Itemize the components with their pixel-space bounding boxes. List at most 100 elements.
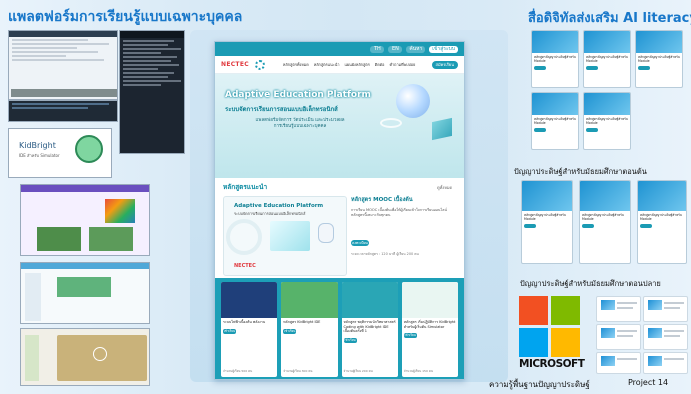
card-button[interactable] bbox=[586, 66, 598, 70]
chat-screenshot bbox=[119, 30, 185, 154]
card-button[interactable] bbox=[534, 66, 546, 70]
card-thumbnail bbox=[638, 181, 686, 211]
feature-subtitle: ระบบจัดการเรียนการสอนแบบอิเล็กทรอนิกส์ bbox=[234, 211, 306, 216]
feature-ring-decoration bbox=[226, 219, 262, 255]
card-thumbnail bbox=[522, 181, 572, 211]
card-icon bbox=[648, 300, 662, 310]
website-mockup: TH EN ค้นหา เข้าสู่ระบบ NECTEC หลักสูตรท… bbox=[214, 41, 465, 380]
course-thumbnail bbox=[281, 282, 338, 318]
course-list: ระบบไฟฟ้าเบื้องต้น พลังงาน เข้าเรียน จำน… bbox=[215, 278, 464, 379]
card-button[interactable] bbox=[534, 128, 546, 132]
kidbright-sub: IDE สำหรับ Simulator bbox=[19, 153, 60, 158]
left-title: แพลตฟอร์มการเรียนรู้แบบเฉพาะบุคคล bbox=[8, 9, 243, 25]
small-course-card[interactable] bbox=[643, 352, 688, 374]
ai-course-card[interactable]: หลักสูตรปัญญาประดิษฐ์สำหรับ Module bbox=[531, 92, 579, 150]
lesson-screenshot bbox=[20, 184, 150, 256]
register-button[interactable]: สมัครเรียน bbox=[431, 60, 458, 69]
hero-subtitle: ระบบจัดการเรียนการสอนแบบอิเล็กทรอนิกส์ bbox=[225, 106, 338, 113]
hero-cube-illustration bbox=[432, 117, 452, 141]
card-name: หลักสูตรปัญญาประดิษฐ์สำหรับ Module bbox=[640, 213, 682, 221]
hero-description: แพลตฟอร์มจัดการ วัดประเมิน และประมวลผลกา… bbox=[255, 118, 345, 129]
course-card[interactable]: หลักสูตร เริ่มปฏิบัติการ KidBright สำหรั… bbox=[401, 282, 458, 377]
featured-info: หลักสูตร MOOC เบื้องต้น การเรียน MOOC เบ… bbox=[351, 196, 459, 257]
ai-course-card[interactable]: หลักสูตรปัญญาประดิษฐ์สำหรับ Module bbox=[583, 30, 631, 88]
course-name: หลักสูตร เริ่มปฏิบัติการ KidBright สำหรั… bbox=[403, 320, 456, 329]
card-button[interactable] bbox=[586, 128, 598, 132]
nav-item-all[interactable]: หลักสูตรทั้งหมด bbox=[283, 62, 309, 68]
nav-item-faq[interactable]: คำถามที่พบบ่อย bbox=[389, 62, 415, 68]
course-card[interactable]: หลักสูตร พฤติกรรมนักวิทยาศาสตร์ Coding w… bbox=[341, 282, 398, 377]
footer-left-caption: ความรู้พื้นฐานปัญญาประดิษฐ์ bbox=[489, 380, 590, 389]
footer-right-caption: Project 14 bbox=[628, 378, 669, 387]
card-name: หลักสูตรปัญญาประดิษฐ์สำหรับ Module bbox=[586, 55, 628, 63]
ai-course-card[interactable]: หลักสูตรปัญญาประดิษฐ์สำหรับ Module bbox=[521, 180, 573, 264]
card-thumbnail bbox=[584, 93, 630, 115]
lang-en[interactable]: EN bbox=[388, 45, 403, 53]
card-icon bbox=[601, 300, 615, 310]
course-card[interactable]: หลักสูตร KidBright IDE เข้าเรียน จำนวนผู… bbox=[281, 282, 338, 377]
card-button[interactable] bbox=[638, 66, 650, 70]
card-icon bbox=[601, 328, 615, 338]
ai-course-card[interactable]: หลักสูตรปัญญาประดิษฐ์สำหรับ Module bbox=[531, 30, 579, 88]
card-name: หลักสูตรปัญญาประดิษฐ์สำหรับ Module bbox=[534, 55, 576, 63]
course-name: ระบบไฟฟ้าเบื้องต้น พลังงาน bbox=[223, 320, 266, 324]
course-button[interactable]: เข้าเรียน bbox=[223, 328, 236, 334]
hero-banner: Adaptive Education Platform ระบบจัดการเร… bbox=[215, 74, 464, 178]
site-topbar: TH EN ค้นหา เข้าสู่ระบบ bbox=[215, 42, 464, 56]
nav-item-map[interactable]: แผนผังหลักสูตร bbox=[344, 62, 369, 68]
search-button[interactable]: ค้นหา bbox=[406, 45, 426, 53]
kidbright-screenshot: KidBright IDE สำหรับ Simulator bbox=[8, 128, 112, 178]
card-icon bbox=[648, 356, 662, 366]
card-button[interactable] bbox=[524, 224, 536, 228]
card-name: หลักสูตรปัญญาประดิษฐ์สำหรับ Module bbox=[586, 117, 628, 125]
card-name: หลักสูตรปัญญาประดิษฐ์สำหรับ Module bbox=[524, 213, 566, 221]
lang-th[interactable]: TH bbox=[370, 45, 385, 53]
small-course-card[interactable] bbox=[596, 296, 641, 322]
course-button[interactable]: เข้าเรียน bbox=[403, 333, 417, 338]
ai-course-card[interactable]: หลักสูตรปัญญาประดิษฐ์สำหรับ Module bbox=[637, 180, 687, 264]
course-button[interactable]: เข้าเรียน bbox=[343, 337, 357, 343]
featured-course-meta: ระยะเวลาหลักสูตร : 120 นาที ผู้เรียน 200… bbox=[351, 252, 419, 256]
nectec-logo[interactable]: NECTEC bbox=[221, 61, 249, 68]
course-meta: จำนวนผู้เรียน 500 คน bbox=[223, 369, 253, 373]
course-name: หลักสูตร KidBright IDE bbox=[283, 320, 321, 324]
right-title: สื่อดิจิทัลส่งเสริม AI literacy bbox=[528, 11, 691, 26]
card-button[interactable] bbox=[640, 224, 652, 228]
section-low-label: ปัญญาประดิษฐ์สำหรับมัธยมศึกษาตอนปลาย bbox=[520, 279, 661, 288]
small-course-card[interactable] bbox=[596, 352, 641, 374]
nav-item-contact[interactable]: ติดต่อ bbox=[375, 62, 385, 68]
feature-screen-illustration bbox=[270, 221, 310, 251]
ai-course-card[interactable]: หลักสูตรปัญญาประดิษฐ์สำหรับ Module bbox=[579, 180, 631, 264]
course-thumbnail bbox=[221, 282, 278, 318]
feature-title: Adaptive Education Platform bbox=[234, 203, 324, 209]
robot-illustration bbox=[318, 223, 334, 243]
card-thumbnail bbox=[636, 31, 682, 53]
card-thumbnail bbox=[532, 31, 578, 53]
nav-item-recommended[interactable]: หลักสูตรแนะนำ bbox=[314, 62, 340, 68]
hero-title: Adaptive Education Platform bbox=[225, 90, 371, 100]
soccer-screenshot bbox=[20, 328, 150, 386]
feature-logo: NECTEC bbox=[234, 263, 256, 269]
see-all-link[interactable]: ดูทั้งหมด bbox=[437, 184, 452, 191]
card-button[interactable] bbox=[582, 224, 594, 228]
hero-orb-illustration bbox=[396, 84, 430, 118]
small-course-card[interactable] bbox=[643, 324, 688, 350]
featured-banner[interactable]: Adaptive Education Platform ระบบจัดการเร… bbox=[223, 196, 347, 276]
login-button[interactable]: เข้าสู่ระบบ bbox=[429, 45, 458, 53]
course-thumbnail bbox=[401, 282, 458, 318]
small-course-card[interactable] bbox=[596, 324, 641, 350]
card-thumbnail bbox=[584, 31, 630, 53]
course-meta: จำนวนผู้เรียน 150 คน bbox=[403, 369, 433, 373]
course-button[interactable]: เข้าเรียน bbox=[283, 328, 297, 334]
course-name: หลักสูตร พฤติกรรมนักวิทยาศาสตร์ Coding w… bbox=[343, 320, 396, 333]
small-course-card[interactable] bbox=[643, 296, 688, 322]
featured-enroll-button[interactable]: ลงทะเบียน bbox=[351, 240, 369, 246]
nav-menu: หลักสูตรทั้งหมด หลักสูตรแนะนำ แผนผังหลัก… bbox=[283, 62, 415, 68]
ai-course-card[interactable]: หลักสูตรปัญญาประดิษฐ์สำหรับ Module bbox=[635, 30, 683, 88]
ai-course-card[interactable]: หลักสูตรปัญญาประดิษฐ์สำหรับ Module bbox=[583, 92, 631, 150]
card-name: หลักสูตรปัญญาประดิษฐ์สำหรับ Module bbox=[534, 117, 576, 125]
card-name: หลักสูตรปัญญาประดิษฐ์สำหรับ Module bbox=[638, 55, 680, 63]
course-card[interactable]: ระบบไฟฟ้าเบื้องต้น พลังงาน เข้าเรียน จำน… bbox=[221, 282, 278, 377]
card-thumbnail bbox=[532, 93, 578, 115]
microsoft-logo-icon bbox=[519, 296, 581, 358]
